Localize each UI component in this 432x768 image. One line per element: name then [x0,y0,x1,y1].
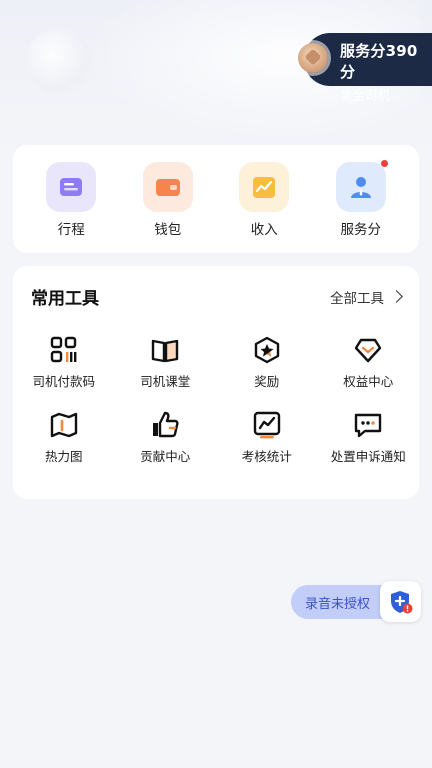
tool-reward[interactable]: 奖励 [216,335,318,390]
recording-status-label: 录音未授权 [305,596,371,612]
stats-chart-icon [253,411,280,439]
tools-section-title: 常用工具 [31,289,99,309]
safety-shield-button[interactable] [380,581,421,622]
service-score-badge[interactable]: 服务分390分 黄金司机 [298,33,432,103]
header-decor-bubble [26,28,92,94]
tool-label: 考核统计 [241,449,292,464]
tool-label: 司机付款码 [32,374,95,389]
thumbs-up-icon [153,411,179,438]
tool-label: 司机课堂 [140,374,191,389]
message-icon [355,413,382,438]
wallet-icon [142,162,193,212]
common-tools-card: 常用工具 全部工具 司机付款码 司机课堂 奖励 权益中心 热力图 贡献中心 考核… [13,266,419,499]
chevron-right-icon [390,290,403,303]
tool-label: 处置申诉通知 [330,449,406,464]
quick-action-service-score[interactable]: 服务分 [321,160,401,238]
tool-contribution-center[interactable]: 贡献中心 [115,410,217,465]
quick-actions-card: 行程 钱包 收入 服务分 [13,145,419,253]
tool-label: 热力图 [44,449,83,464]
quick-action-income[interactable]: 收入 [224,162,304,238]
benefit-tag-icon [355,338,382,363]
tool-driver-class[interactable]: 司机课堂 [115,335,217,390]
heatmap-icon [50,412,77,438]
tool-label: 奖励 [254,374,280,389]
shield-alert-icon [390,590,412,613]
tool-heatmap[interactable]: 热力图 [13,410,115,465]
tool-label: 贡献中心 [140,449,191,464]
book-icon [152,339,179,363]
all-tools-link[interactable]: 全部工具 [330,287,403,307]
tool-payment-code[interactable]: 司机付款码 [13,335,115,390]
trip-icon [46,162,97,212]
service-score-icon [335,160,388,212]
quick-action-wallet[interactable]: 钱包 [128,162,208,238]
quick-action-label: 行程 [57,222,85,238]
tool-label: 权益中心 [343,374,394,389]
tool-assessment-stats[interactable]: 考核统计 [216,410,318,465]
tool-appeal-notice[interactable]: 处置申诉通知 [318,410,420,465]
reward-icon [254,336,279,364]
quick-action-label: 服务分 [340,222,382,238]
notification-dot [380,160,388,167]
all-tools-label: 全部工具 [330,290,384,307]
quick-action-trip[interactable]: 行程 [31,162,111,238]
income-icon [239,162,290,212]
quick-action-label: 钱包 [154,222,182,238]
medal-icon [298,43,328,73]
tool-benefit-center[interactable]: 权益中心 [318,335,420,390]
driver-level-text: 黄金司机 [340,88,391,103]
service-score-text: 服务分390分 [340,42,418,81]
payment-code-icon [50,336,77,363]
quick-action-label: 收入 [250,222,278,238]
